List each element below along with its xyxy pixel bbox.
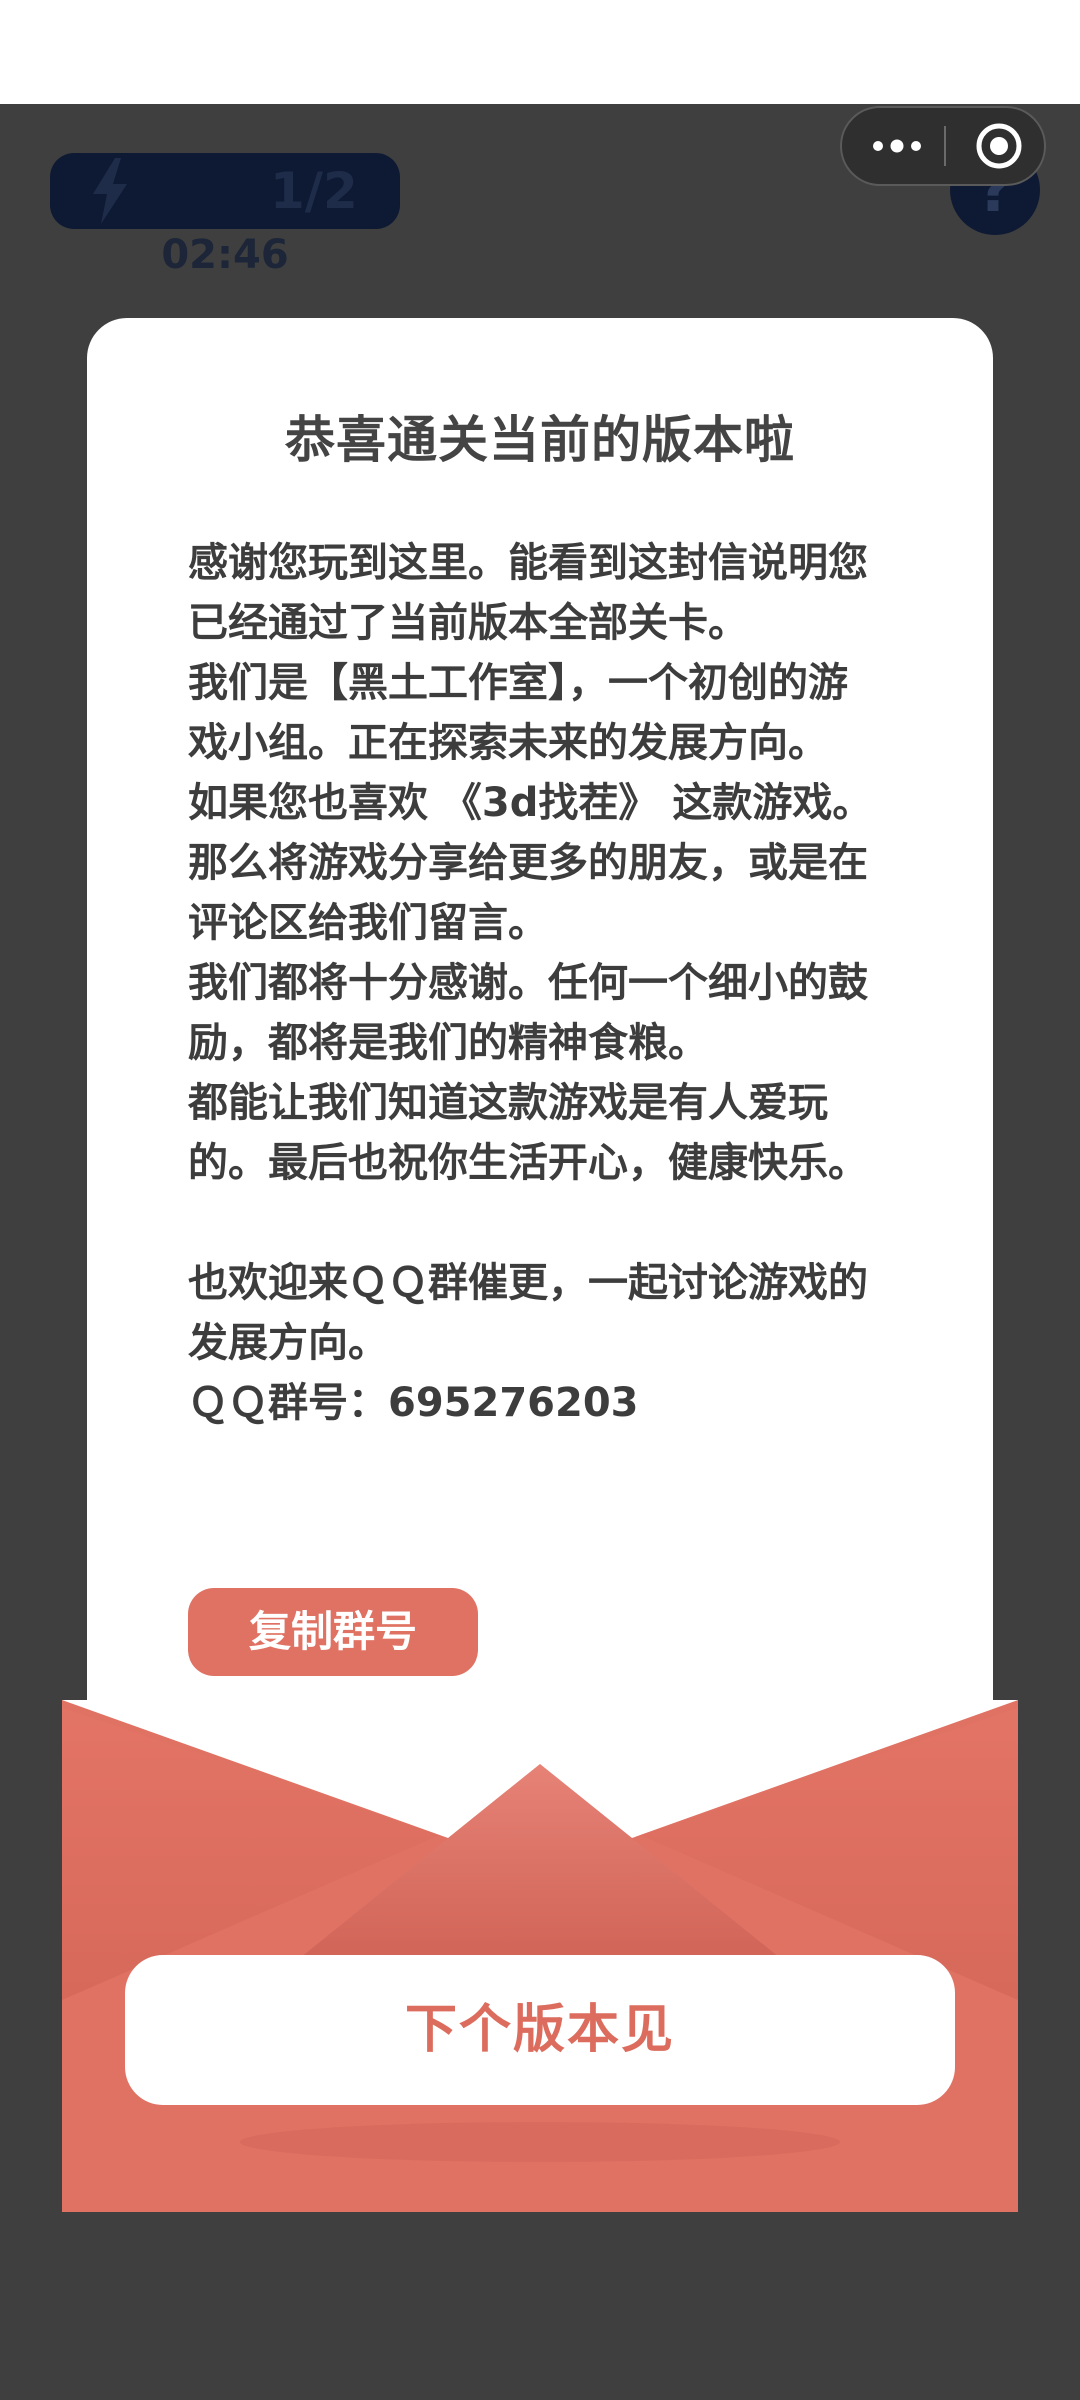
lightning-bolt-icon [93,158,127,224]
more-dots-icon [873,139,921,153]
letter-paragraph: 我们是【黑土工作室】，一个初创的游戏小组。正在探索未来的发展方向。 [188,660,848,766]
status-bar [0,0,1080,104]
capsule-divider [944,126,946,166]
letter-title: 恭喜通关当前的版本啦 [285,411,795,469]
qq-group-number: ＱＱ群号：695276203 [188,1380,639,1426]
letter-body: 感谢您玩到这里。能看到这封信说明您已经通过了当前版本全部关卡。 我们是【黑土工作… [188,533,878,1433]
next-version-button[interactable]: 下个版本见 [125,1955,955,2105]
letter-paragraph: 如果您也喜欢 《3d找茬》 这款游戏。那么将游戏分享给更多的朋友，或是在评论区给… [188,780,873,946]
qq-invite-text: 也欢迎来ＱＱ群催更，一起讨论游戏的发展方向。 [188,1260,868,1366]
level-progress-text: 1/2 [270,162,358,220]
letter-paragraph: 我们都将十分感谢。任何一个细小的鼓励，都将是我们的精神食粮。 [188,960,868,1066]
more-menu-button[interactable] [862,108,932,184]
copy-group-number-button[interactable]: 复制群号 [188,1588,478,1676]
close-mini-program-button[interactable] [964,108,1034,184]
target-circle-icon [976,123,1022,169]
mini-program-capsule [840,106,1046,186]
countdown-timer: 02:46 [161,232,289,278]
letter-paragraph: 都能让我们知道这款游戏是有人爱玩的。最后也祝你生活开心，健康快乐。 [188,1080,868,1186]
letter-paragraph: 感谢您玩到这里。能看到这封信说明您已经通过了当前版本全部关卡。 [188,540,868,646]
